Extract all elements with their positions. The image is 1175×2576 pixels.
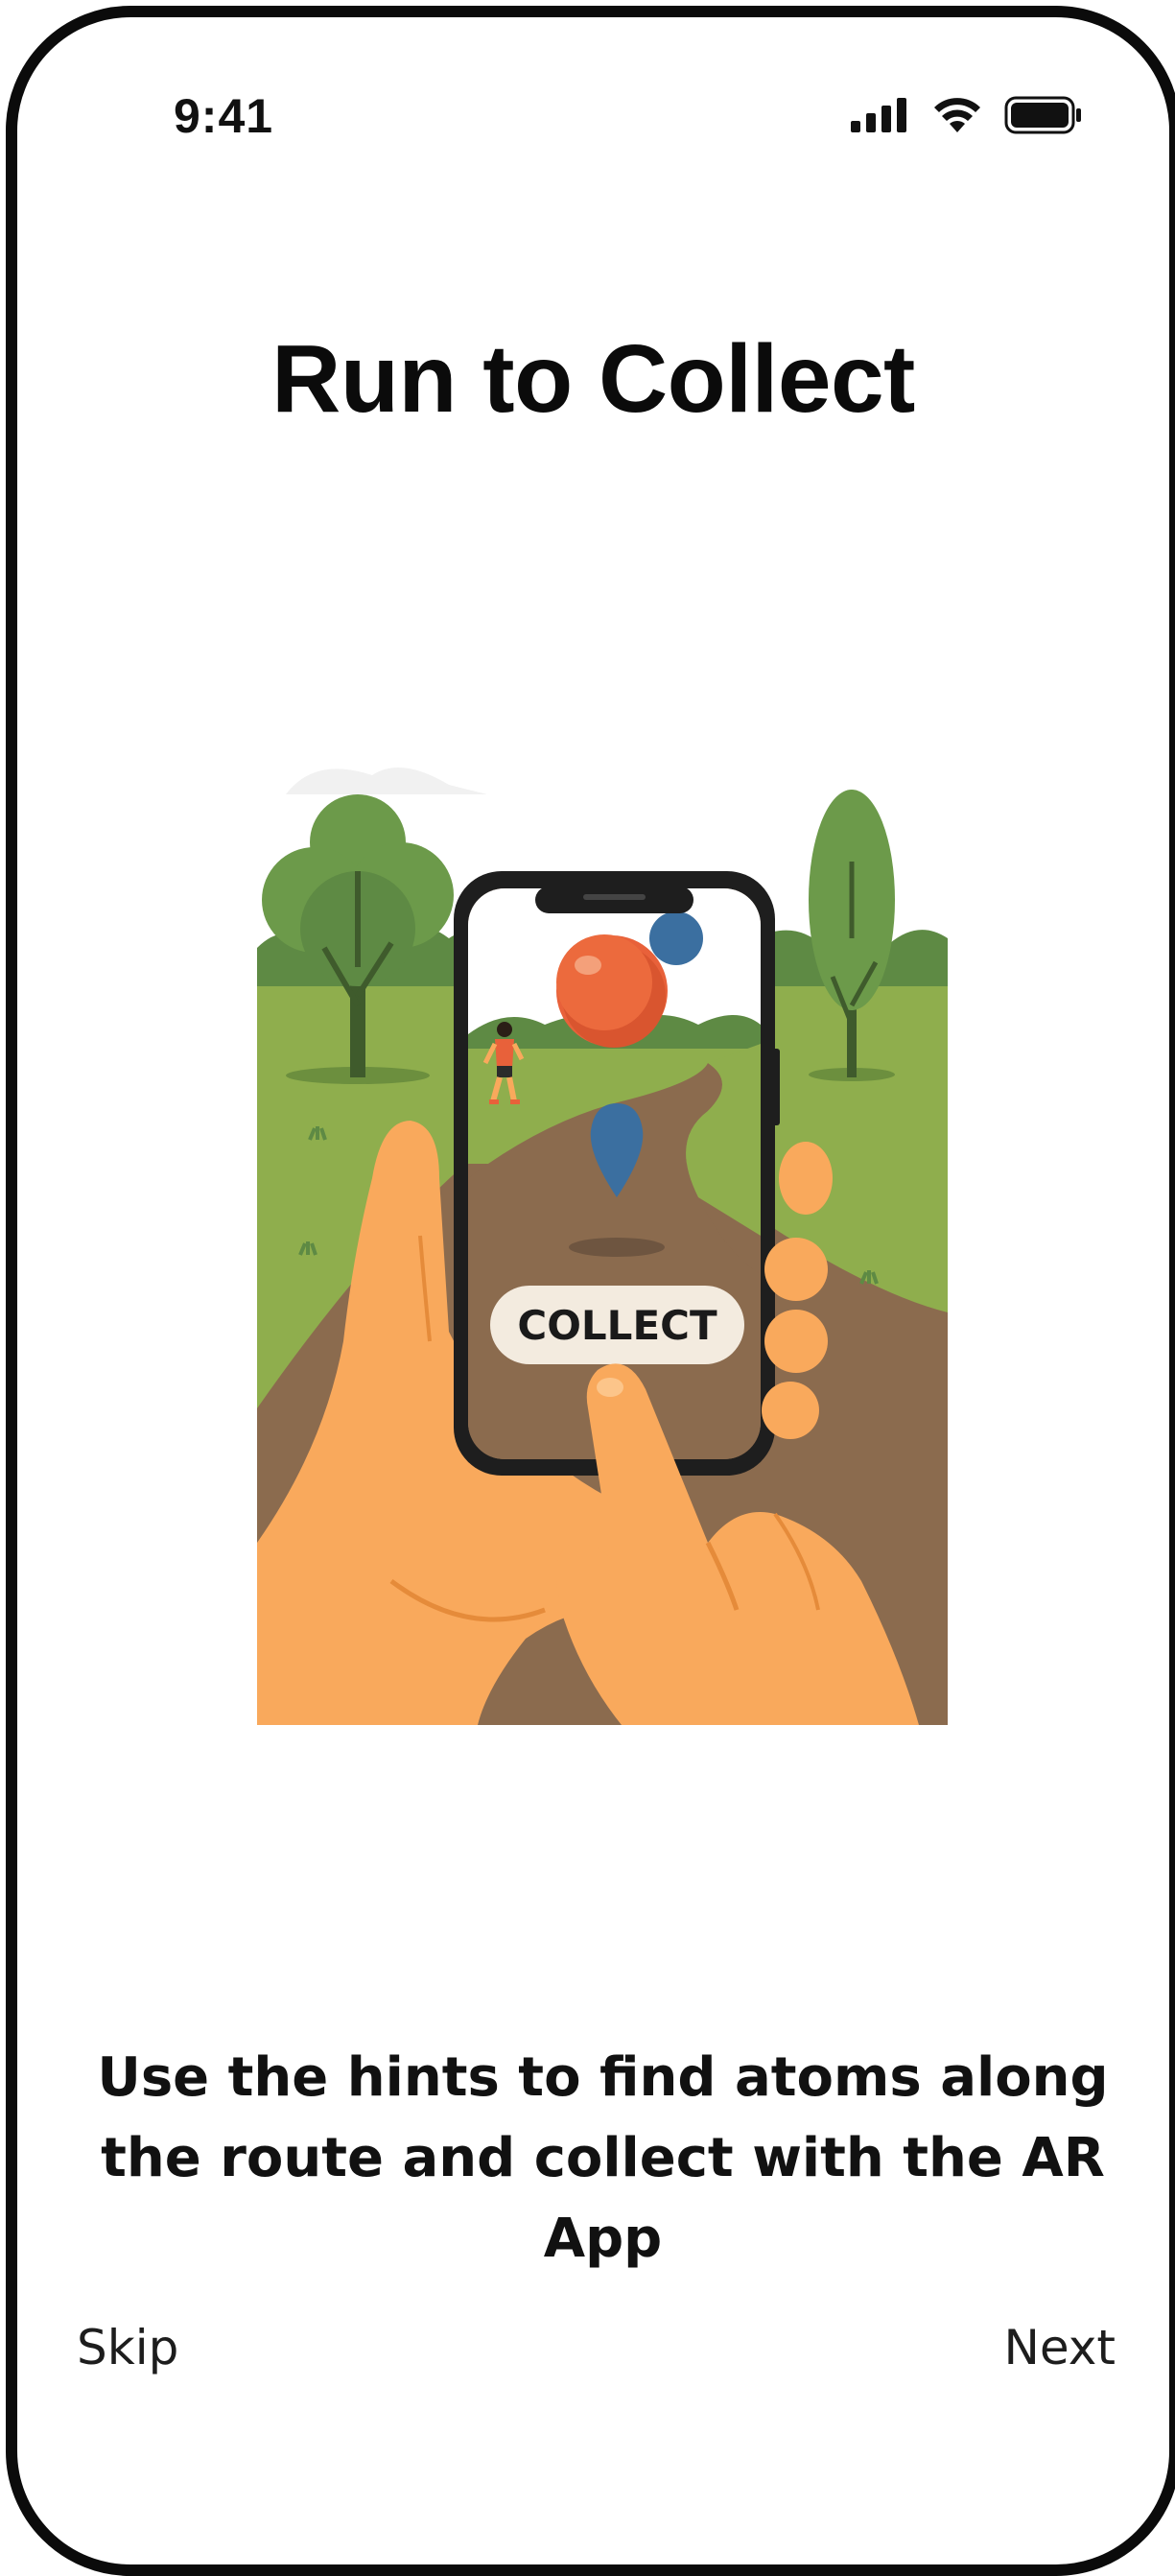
collect-label: COLLECT bbox=[517, 1302, 717, 1349]
wifi-icon bbox=[934, 98, 980, 132]
onboarding-description: Use the hints to find atoms along the ro… bbox=[97, 2046, 1109, 2270]
cloud-icon bbox=[286, 768, 487, 794]
status-icons bbox=[851, 96, 1083, 134]
collect-button-illustration: COLLECT bbox=[490, 1286, 744, 1364]
cellular-signal-icon bbox=[851, 98, 906, 132]
page-title: Run to Collect bbox=[271, 325, 915, 433]
run-to-collect-illustration: COLLECT bbox=[257, 718, 948, 1725]
skip-button[interactable]: Skip bbox=[77, 2320, 178, 2375]
status-time: 9:41 bbox=[174, 89, 274, 143]
status-bar: 9:41 bbox=[17, 17, 1169, 209]
battery-icon bbox=[1004, 96, 1081, 134]
next-button[interactable]: Next bbox=[1004, 2320, 1116, 2375]
phone-frame: 9:41 Run to Collect COLLECT Use the hint… bbox=[6, 6, 1175, 2576]
